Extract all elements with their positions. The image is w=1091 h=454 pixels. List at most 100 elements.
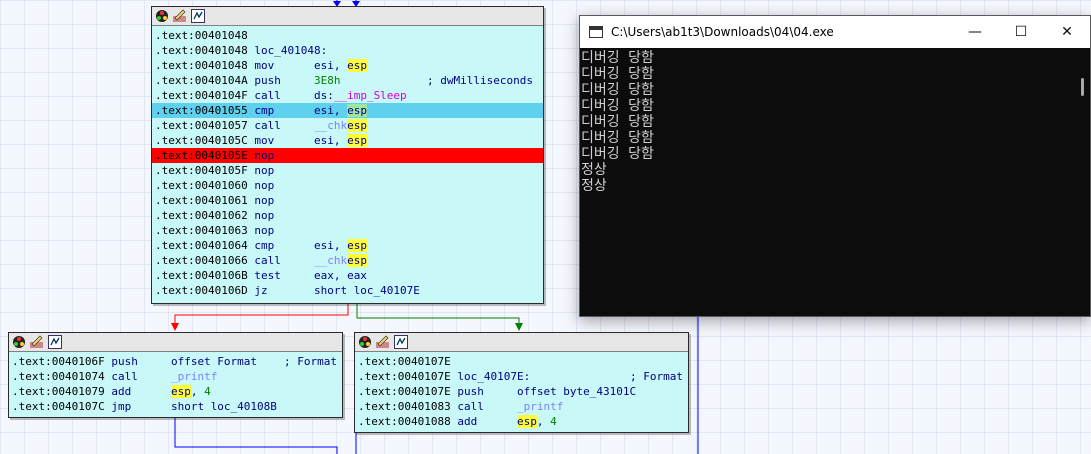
mnemonic: nop: [254, 224, 314, 237]
asm-line[interactable]: .text:00401063 nop: [152, 223, 543, 238]
console-output-line: 디버깅 당함: [581, 98, 654, 114]
asm-line[interactable]: .text:00401048 loc_401048:: [152, 43, 543, 58]
asm-line[interactable]: .text:00401061 nop: [152, 193, 543, 208]
graph-view-icon[interactable]: [190, 9, 205, 24]
asm-line[interactable]: .text:00401079 add esp, 4: [9, 384, 342, 399]
immediate: 3E8h: [313, 74, 341, 87]
address: .text:00401088: [358, 415, 458, 428]
address: .text:00401083: [358, 400, 458, 413]
mnemonic: jmp: [111, 400, 171, 413]
mnemonic: call: [254, 89, 314, 102]
rename-icon[interactable]: [29, 335, 44, 350]
operand: ,: [536, 415, 551, 428]
color-palette-icon[interactable]: [357, 335, 372, 350]
address: .text:00401060: [155, 179, 255, 192]
asm-line[interactable]: .text:0040106B test eax, eax: [152, 268, 543, 283]
graph-view-icon[interactable]: [393, 335, 408, 350]
console-output-line: 정상: [581, 178, 607, 194]
address: .text:00401062: [155, 209, 255, 222]
register: esp: [347, 104, 367, 117]
asm-line[interactable]: .text:00401064 cmp esi, esp: [152, 238, 543, 253]
asm-line[interactable]: .text:00401074 call _printf: [9, 369, 342, 384]
asm-line[interactable]: .text:0040104F call ds:__imp_Sleep: [152, 88, 543, 103]
immediate: 4: [204, 385, 211, 398]
minimize-button[interactable]: —: [952, 16, 998, 48]
address: .text:0040105F: [155, 164, 255, 177]
operand: esi,: [313, 104, 348, 117]
address: .text:00401063: [155, 224, 255, 237]
rename-icon[interactable]: [172, 9, 187, 24]
right-code-block[interactable]: .text:0040107E .text:0040107E loc_40107E…: [354, 332, 689, 433]
node-header: [355, 333, 688, 352]
instruction-list: .text:0040106F push offset Format ; Forma…: [9, 352, 342, 414]
left-code-block[interactable]: .text:0040106F push offset Format ; Forma…: [8, 332, 343, 418]
asm-line[interactable]: .text:0040107C jmp short loc_40108B: [9, 399, 342, 414]
operand: eax, eax: [313, 269, 367, 282]
mnemonic: nop: [254, 164, 314, 177]
operand: ,: [190, 385, 205, 398]
mnemonic: jz: [254, 284, 314, 297]
function-ref: __chk: [313, 254, 348, 267]
asm-line[interactable]: .text:00401083 call _printf: [355, 399, 688, 414]
function-ref: _printf: [516, 400, 564, 413]
address: .text:00401064: [155, 239, 255, 252]
terminal-icon: [589, 26, 603, 38]
import-ref: __imp_Sleep: [333, 89, 407, 102]
asm-line[interactable]: .text:0040107E: [355, 354, 688, 369]
operand: offset Format: [170, 355, 258, 368]
asm-line[interactable]: .text:0040105C mov esi, esp: [152, 133, 543, 148]
console-window[interactable]: C:\Users\ab1t3\Downloads\04\04.exe — ☐ ✕…: [579, 15, 1091, 317]
asm-line[interactable]: .text:00401057 call __chkesp: [152, 118, 543, 133]
asm-line[interactable]: .text:00401060 nop: [152, 178, 543, 193]
operand: short loc_40108B: [170, 400, 277, 413]
asm-line[interactable]: .text:0040104A push 3E8h ; dwMilliseconds: [152, 73, 543, 88]
register: esp: [347, 239, 367, 252]
mnemonic: push: [111, 355, 171, 368]
address: .text:0040106F: [12, 355, 112, 368]
asm-line[interactable]: .text:00401088 add esp, 4: [355, 414, 688, 429]
operand: esi,: [313, 59, 348, 72]
comment: ; Format: [284, 355, 337, 368]
close-button[interactable]: ✕: [1044, 16, 1090, 48]
address: .text:0040107E: [358, 355, 458, 368]
asm-line[interactable]: .text:00401066 call __chkesp: [152, 253, 543, 268]
mnemonic: cmp: [254, 239, 314, 252]
register: esp: [170, 385, 191, 398]
asm-line[interactable]: .text:00401055 cmp esi, esp: [152, 103, 543, 118]
node-header: [9, 333, 342, 352]
asm-line[interactable]: .text:0040105E nop: [152, 148, 543, 163]
scrollbar-thumb[interactable]: [1081, 78, 1084, 96]
comment: ; Format: [630, 370, 683, 383]
mnemonic: call: [457, 400, 517, 413]
asm-line[interactable]: .text:0040106D jz short loc_40107E: [152, 283, 543, 298]
rename-icon[interactable]: [375, 335, 390, 350]
color-palette-icon[interactable]: [11, 335, 26, 350]
function-ref: __chk: [313, 119, 348, 132]
asm-line[interactable]: .text:0040106F push offset Format ; Forma…: [9, 354, 342, 369]
operand: offset byte_43101C: [516, 385, 637, 398]
console-output[interactable]: 디버깅 당함 디버깅 당함 디버깅 당함 디버깅 당함 디버깅 당함 디버깅 당함 디버깅 …: [580, 48, 1090, 316]
mnemonic: nop: [254, 179, 314, 192]
maximize-button[interactable]: ☐: [998, 16, 1044, 48]
console-titlebar[interactable]: C:\Users\ab1t3\Downloads\04\04.exe — ☐ ✕: [580, 16, 1090, 48]
asm-line[interactable]: .text:0040107E loc_40107E: ; Format: [355, 369, 688, 384]
asm-line[interactable]: .text:00401062 nop: [152, 208, 543, 223]
console-output-line: 디버깅 당함: [581, 130, 654, 146]
asm-line[interactable]: .text:0040105F nop: [152, 163, 543, 178]
graph-view-icon[interactable]: [47, 335, 62, 350]
console-output-line: 디버깅 당함: [581, 146, 654, 162]
label: loc_401048:: [254, 44, 328, 57]
main-code-block[interactable]: .text:00401048 .text:00401048 loc_401048…: [151, 6, 544, 304]
console-output-line: 디버깅 당함: [581, 114, 654, 130]
address: .text:00401048: [155, 59, 255, 72]
asm-line[interactable]: .text:00401048 mov esi, esp: [152, 58, 543, 73]
address: .text:00401074: [12, 370, 112, 383]
mnemonic: cmp: [254, 104, 314, 117]
asm-line[interactable]: .text:0040107E push offset byte_43101C: [355, 384, 688, 399]
mnemonic: nop: [254, 209, 314, 222]
operand: esi,: [313, 134, 348, 147]
address: .text:0040105C: [155, 134, 255, 147]
address: .text:00401066: [155, 254, 255, 267]
color-palette-icon[interactable]: [154, 9, 169, 24]
asm-line[interactable]: .text:00401048: [152, 28, 543, 43]
